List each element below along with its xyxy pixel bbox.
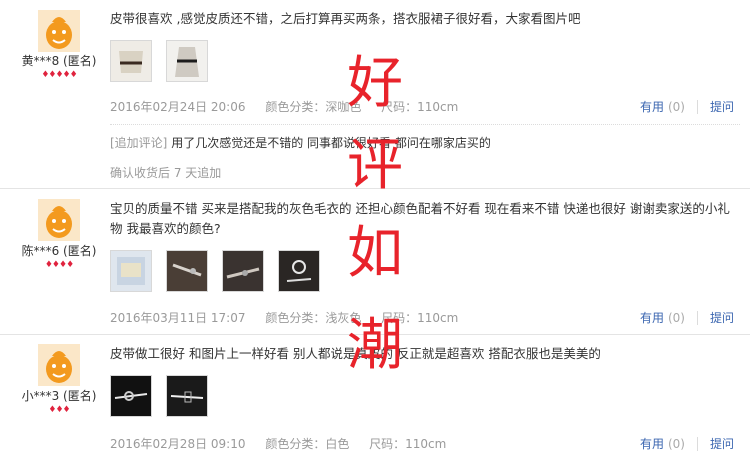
- review-date: 2016年02月28日 09:10: [110, 437, 246, 451]
- user-avatar-icon: [38, 199, 80, 241]
- review-photo-thumbnail[interactable]: [166, 375, 208, 417]
- review-photo-thumbnail[interactable]: [110, 40, 152, 82]
- avatar[interactable]: [38, 199, 80, 241]
- avatar[interactable]: [38, 344, 80, 386]
- useful-count: (0): [667, 311, 685, 325]
- review-date: 2016年02月24日 20:06: [110, 100, 246, 114]
- avatar[interactable]: [38, 10, 80, 52]
- rating-gems-icon: ♦♦♦♦♦: [41, 70, 77, 80]
- review-date: 2016年03月11日 17:07: [110, 311, 246, 325]
- user-avatar-icon: [38, 344, 80, 386]
- review-images: [110, 40, 222, 84]
- append-content: 用了几次感觉还是不错的 同事都说很好看 都问在哪家店买的: [171, 136, 491, 150]
- review-photo-thumbnail[interactable]: [166, 40, 208, 82]
- append-note: 确认收货后 7 天追加: [110, 166, 222, 180]
- review-images: [110, 250, 334, 294]
- review-meta: 2016年03月11日 17:07 颜色分类：浅灰色 尺码：110cm: [110, 309, 474, 326]
- rating-gems-icon: ♦♦♦: [48, 405, 70, 415]
- review-actions: 有用 (0) 提问: [640, 435, 734, 452]
- ask-button[interactable]: 提问: [696, 311, 734, 325]
- review-photo-thumbnail[interactable]: [110, 375, 152, 417]
- overlay-char: 潮: [347, 313, 403, 378]
- append-tag: [追加评论]: [110, 136, 168, 150]
- useful-button[interactable]: 有用: [640, 311, 664, 325]
- review-photo-thumbnail[interactable]: [222, 250, 264, 292]
- ask-button[interactable]: 提问: [696, 100, 734, 114]
- review-actions: 有用 (0) 提问: [640, 98, 734, 115]
- useful-button[interactable]: 有用: [640, 100, 664, 114]
- review-meta: 2016年02月24日 20:06 颜色分类：深咖色 尺码：110cm: [110, 98, 474, 115]
- review-photo-thumbnail[interactable]: [278, 250, 320, 292]
- user-avatar-icon: [38, 10, 80, 52]
- overlay-char: 好: [347, 51, 403, 116]
- useful-count: (0): [667, 100, 685, 114]
- color-variant: 颜色分类：白色: [265, 437, 350, 451]
- review-content: 皮带做工很好 和图片上一样好看 别人都说是真皮的 反正就是超喜欢 搭配衣服也是美…: [110, 346, 601, 361]
- review-photo-thumbnail[interactable]: [110, 250, 152, 292]
- review-photo-thumbnail[interactable]: [166, 250, 208, 292]
- overlay-char: 如: [347, 221, 403, 286]
- ask-button[interactable]: 提问: [696, 437, 734, 451]
- rating-gems-icon: ♦♦♦♦: [44, 260, 74, 270]
- username: 陈***6 (匿名): [21, 244, 97, 258]
- username: 黄***8 (匿名): [21, 54, 97, 68]
- review-actions: 有用 (0) 提问: [640, 309, 734, 326]
- useful-button[interactable]: 有用: [640, 437, 664, 451]
- size-variant: 尺码：110cm: [369, 437, 447, 451]
- username: 小***3 (匿名): [21, 389, 97, 403]
- useful-count: (0): [667, 437, 685, 451]
- review-content: 皮带很喜欢 ,感觉皮质还不错，之后打算再买两条，搭衣服裙子很好看，大家看图片吧: [110, 11, 581, 26]
- review-meta: 2016年02月28日 09:10 颜色分类：白色 尺码：110cm: [110, 435, 462, 452]
- review-images: [110, 375, 222, 419]
- append-review: [追加评论] 用了几次感觉还是不错的 同事都说很好看 都问在哪家店买的: [110, 124, 740, 161]
- review-content: 宝贝的质量不错 买来是搭配我的灰色毛衣的 还担心颜色配着不好看 现在看来不错 快…: [110, 201, 730, 236]
- overlay-char: 评: [347, 133, 403, 198]
